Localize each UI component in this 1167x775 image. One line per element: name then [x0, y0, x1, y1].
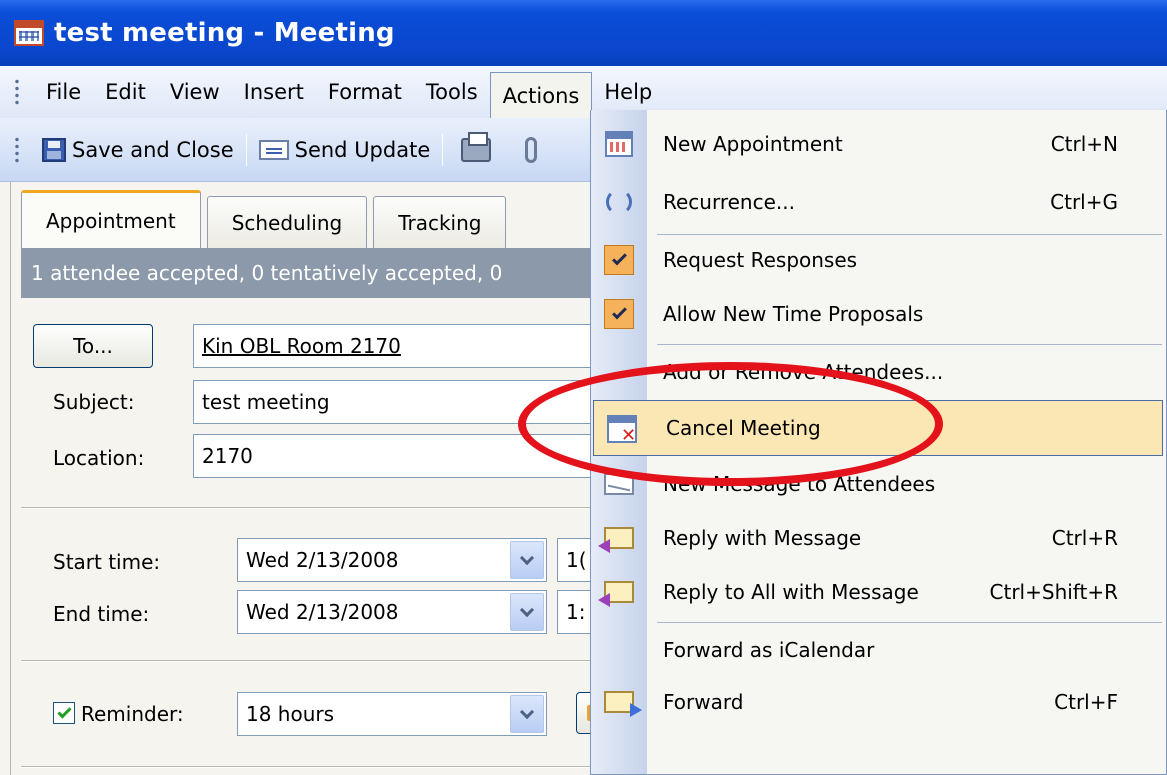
end-time-label: End time: — [53, 602, 150, 626]
end-date-dropdown[interactable]: Wed 2/13/2008 — [237, 590, 547, 634]
menu-help[interactable]: Help — [592, 72, 664, 112]
attach-file-button[interactable] — [499, 130, 545, 170]
meeting-calendar-icon — [14, 20, 44, 46]
menu-actions[interactable]: Actions — [489, 72, 593, 118]
chevron-down-icon — [519, 704, 535, 719]
menu-format[interactable]: Format — [316, 72, 414, 112]
checkmark-icon — [56, 704, 72, 719]
save-and-close-label: Save and Close — [72, 137, 234, 162]
checkmark-icon — [601, 296, 637, 332]
tab-scheduling[interactable]: Scheduling — [206, 196, 368, 248]
menu-item-label: Recurrence... — [663, 190, 795, 214]
menu-item-label: Forward — [663, 690, 744, 714]
save-and-close-button[interactable]: Save and Close — [34, 130, 242, 170]
reply-all-icon — [598, 574, 637, 610]
toolbar-separator — [245, 133, 247, 166]
print-button[interactable] — [447, 130, 499, 170]
menu-tools[interactable]: Tools — [414, 72, 490, 112]
menu-edit[interactable]: Edit — [93, 72, 158, 112]
chevron-down-icon — [519, 602, 535, 617]
meeting-window: test meeting - Meeting File Edit View In… — [0, 0, 1167, 775]
menu-item-label: New Appointment — [663, 132, 843, 156]
paperclip-icon — [525, 136, 538, 163]
to-button[interactable]: To... — [33, 324, 153, 368]
reply-icon — [598, 520, 637, 556]
reminder-label: Reminder: — [81, 702, 184, 726]
menu-item-reply-with-message[interactable]: Reply with Message Ctrl+R — [591, 510, 1167, 566]
reminder-dropdown-button[interactable] — [510, 695, 544, 733]
chevron-down-icon — [519, 550, 535, 565]
start-date-value: Wed 2/13/2008 — [246, 548, 399, 572]
toolbar-separator — [442, 133, 444, 166]
title-bar: test meeting - Meeting — [0, 0, 1167, 66]
start-date-dropdown[interactable]: Wed 2/13/2008 — [237, 538, 547, 582]
floppy-disk-icon — [42, 137, 66, 162]
menu-item-label: Forward as iCalendar — [663, 638, 875, 662]
menu-insert[interactable]: Insert — [232, 72, 316, 112]
checkmark-icon — [601, 242, 637, 278]
menu-item-label: Allow New Time Proposals — [663, 302, 924, 326]
end-time-value: 1: — [566, 600, 586, 624]
menu-file[interactable]: File — [34, 72, 93, 112]
to-field[interactable]: Kin OBL Room 2170 — [193, 324, 613, 368]
subject-label: Subject: — [53, 390, 135, 414]
send-update-icon — [258, 139, 289, 160]
printer-icon — [461, 131, 492, 162]
menu-item-shortcut: Ctrl+N — [1050, 132, 1118, 156]
reminder-checkbox[interactable] — [53, 702, 75, 724]
toolbar-grip-handle[interactable] — [14, 135, 24, 164]
menu-item-allow-new-time-proposals[interactable]: Allow New Time Proposals — [591, 286, 1167, 342]
window-title: test meeting - Meeting — [54, 18, 395, 48]
send-update-button[interactable]: Send Update — [251, 130, 439, 170]
end-date-dropdown-button[interactable] — [510, 593, 544, 631]
subject-value: test meeting — [202, 390, 330, 414]
menu-item-forward[interactable]: Forward Ctrl+F — [591, 674, 1167, 730]
to-recipient[interactable]: Kin OBL Room 2170 — [202, 334, 401, 358]
menu-item-recurrence[interactable]: Recurrence... Ctrl+G — [591, 174, 1167, 230]
menu-item-label: Request Responses — [663, 248, 858, 272]
forward-icon — [601, 684, 642, 720]
recurrence-icon — [601, 184, 637, 220]
start-date-dropdown-button[interactable] — [510, 541, 544, 579]
menu-view[interactable]: View — [158, 72, 232, 112]
menu-item-label: Reply with Message — [663, 526, 862, 550]
start-time-label: Start time: — [53, 550, 161, 574]
menu-item-shortcut: Ctrl+R — [1051, 526, 1118, 550]
menu-item-shortcut: Ctrl+G — [1050, 190, 1118, 214]
menubar-grip-handle[interactable] — [14, 78, 24, 106]
menu-item-reply-all-with-message[interactable]: Reply to All with Message Ctrl+Shift+R — [591, 564, 1167, 620]
reminder-dropdown[interactable]: 18 hours — [237, 692, 547, 736]
reminder-value: 18 hours — [246, 702, 335, 726]
location-value: 2170 — [202, 444, 253, 468]
tab-appointment[interactable]: Appointment — [21, 190, 201, 248]
menu-item-shortcut: Ctrl+F — [1054, 690, 1118, 714]
menu-item-forward-as-icalendar[interactable]: Forward as iCalendar — [591, 622, 1167, 678]
tab-tracking[interactable]: Tracking — [373, 196, 507, 248]
menu-item-new-appointment[interactable]: New Appointment Ctrl+N — [591, 116, 1167, 172]
start-time-value: 1( — [566, 548, 587, 572]
form-tabs: Appointment Scheduling Tracking — [21, 190, 512, 248]
send-update-label: Send Update — [294, 137, 431, 162]
calendar-icon — [601, 126, 637, 162]
location-label: Location: — [53, 446, 145, 470]
menu-item-shortcut: Ctrl+Shift+R — [989, 580, 1118, 604]
annotation-ellipse — [518, 362, 943, 486]
menu-item-label: Reply to All with Message — [663, 580, 919, 604]
menu-item-request-responses[interactable]: Request Responses — [591, 232, 1167, 288]
end-date-value: Wed 2/13/2008 — [246, 600, 399, 624]
